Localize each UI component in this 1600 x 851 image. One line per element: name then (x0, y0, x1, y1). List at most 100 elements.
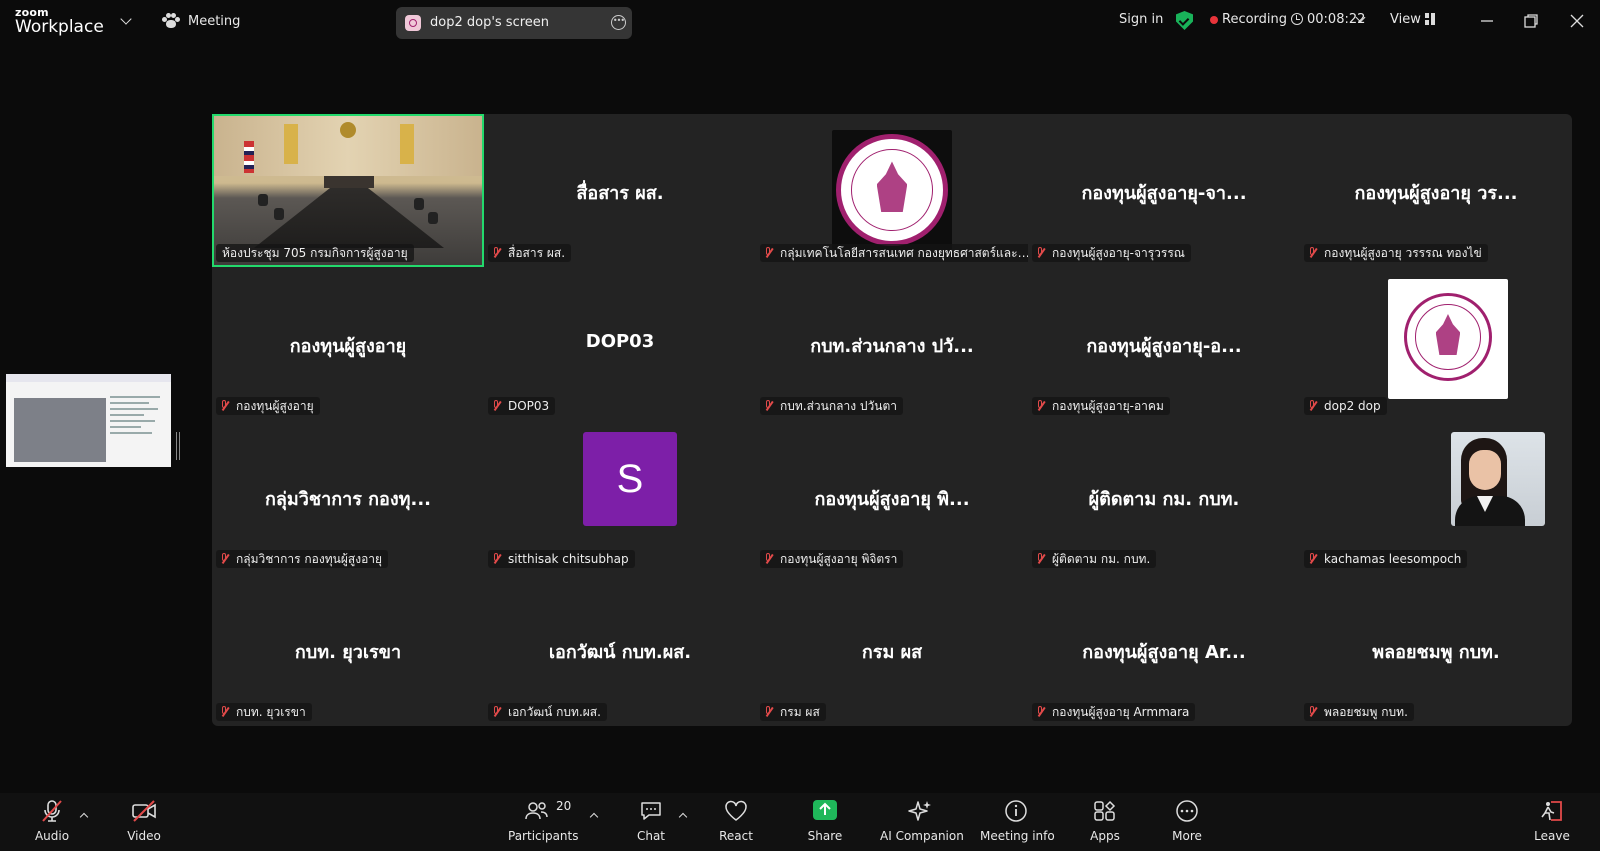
leave-button[interactable]: Leave (1530, 793, 1574, 851)
title-bar: zoom Workplace Meeting dop2 dop's screen… (0, 0, 1600, 43)
close-icon[interactable] (1568, 12, 1586, 30)
participant-display-name: กองทุนผู้สูงอายุ Ar... (1082, 642, 1246, 663)
participant-name: กบท.ส่วนกลาง ปวันตา (760, 397, 903, 415)
sign-in-link[interactable]: Sign in (1119, 12, 1163, 27)
participant-tile[interactable]: สื่อสาร ผส. สื่อสาร ผส. (484, 114, 756, 267)
muted-mic-icon (765, 553, 771, 563)
participant-tile[interactable]: เอกวัฒน์ กบท.ผส. เอกวัฒน์ กบท.ผส. (484, 573, 756, 726)
participant-tile[interactable]: ห้องประชุม 705 กรมกิจการผู้สูงอายุ (212, 114, 484, 267)
muted-mic-icon (1037, 553, 1043, 563)
view-grid-icon[interactable] (1425, 13, 1435, 25)
participant-display-name: กบท.ส่วนกลาง ปวั... (810, 336, 974, 357)
participants-button[interactable]: 20 Participants (508, 793, 579, 851)
participant-tile[interactable]: กลุ่มเทคโนโลยีสารสนเทศ กองยุทธศาสตร์และแ… (756, 114, 1028, 267)
participant-name: ผู้ติดตาม กม. กบท. (1032, 550, 1157, 568)
participant-name: กองทุนผู้สูงอายุ Armmara (1032, 703, 1196, 721)
apps-button[interactable]: Apps (1080, 793, 1130, 851)
apps-icon (1094, 800, 1116, 821)
audio-options-chevron-icon[interactable] (79, 812, 89, 822)
profile-picture (832, 130, 952, 250)
participant-display-name: กองทุนผู้สูงอายุ (289, 336, 407, 357)
minimize-icon[interactable] (1478, 12, 1496, 30)
restore-icon[interactable] (1522, 12, 1540, 30)
more-button[interactable]: More (1162, 793, 1212, 851)
participant-display-name: กบท. ยุวเรขา (294, 642, 402, 663)
participant-tile[interactable]: ผู้ติดตาม กม. กบท. ผู้ติดตาม กม. กบท. (1028, 420, 1300, 573)
participant-tile[interactable]: กรม ผส กรม ผส (756, 573, 1028, 726)
conference-room-video (214, 116, 482, 265)
participant-tile[interactable]: kachamas leesompoch (1300, 420, 1572, 573)
participant-tile[interactable]: กองทุนผู้สูงอายุ Ar... กองทุนผู้สูงอายุ … (1028, 573, 1300, 726)
ai-companion-button[interactable]: AI Companion (880, 793, 964, 851)
muted-mic-icon (1037, 706, 1043, 716)
brand-bottom: Workplace (15, 17, 104, 37)
thumbnail-document-text (110, 396, 166, 438)
participant-tile[interactable]: dop2 dop (1300, 267, 1572, 420)
participants-count: 20 (556, 799, 572, 813)
share-button[interactable]: Share (800, 793, 850, 851)
more-dots-icon (1176, 800, 1198, 822)
gallery-view: ห้องประชุม 705 กรมกิจการผู้สูงอายุ สื่อส… (212, 114, 1572, 726)
participant-tile[interactable]: DOP03 DOP03 (484, 267, 756, 420)
muted-mic-icon (1037, 247, 1043, 257)
shared-screen-thumbnail[interactable] (6, 374, 171, 467)
muted-mic-icon (765, 706, 771, 716)
react-button[interactable]: React (712, 793, 760, 851)
recording-indicator[interactable]: Recording (1222, 12, 1287, 27)
more-label: More (1172, 829, 1202, 843)
react-label: React (719, 829, 753, 843)
participant-display-name: กลุ่มวิชาการ กองทุ... (264, 489, 432, 510)
shield-check-icon[interactable] (1176, 11, 1193, 30)
heart-icon (725, 800, 747, 821)
participant-tile[interactable]: กองทุนผู้สูงอายุ-จา... กองทุนผู้สูงอายุ-… (1028, 114, 1300, 267)
participant-display-name: กองทุนผู้สูงอายุ พิ... (814, 489, 970, 510)
participant-name: เอกวัฒน์ กบท.ผส. (488, 703, 607, 721)
muted-mic-icon (1309, 247, 1315, 257)
participant-name: กองทุนผู้สูงอายุ พิจิตรา (760, 550, 904, 568)
chevron-down-icon[interactable] (120, 13, 132, 25)
chat-label: Chat (636, 829, 666, 843)
muted-mic-icon (221, 400, 227, 410)
chat-button[interactable]: Chat (628, 793, 674, 851)
more-options-icon[interactable]: ••• (611, 15, 626, 30)
view-button[interactable]: View (1390, 12, 1421, 27)
participant-display-name: กรม ผส (861, 642, 923, 663)
chat-options-chevron-icon[interactable] (678, 812, 688, 822)
participant-tile[interactable]: กลุ่มวิชาการ กองทุ... กลุ่มวิชาการ กองทุ… (212, 420, 484, 573)
participant-name: kachamas leesompoch (1304, 550, 1468, 568)
zoom-workplace-logo[interactable]: zoom Workplace (15, 7, 104, 36)
participant-display-name: กองทุนผู้สูงอายุ วร... (1354, 183, 1518, 204)
share-screen-icon (813, 800, 837, 820)
meeting-info-button[interactable]: Meeting info (980, 793, 1055, 851)
muted-mic-icon (493, 706, 499, 716)
participant-tile[interactable]: พลอยชมพู กบท. พลอยชมพู กบท. (1300, 573, 1572, 726)
info-icon (1005, 800, 1027, 822)
screen-share-label: dop2 dop's screen (430, 15, 550, 30)
participant-display-name: สื่อสาร ผส. (576, 183, 664, 204)
participant-tile[interactable]: กองทุนผู้สูงอายุ กองทุนผู้สูงอายุ (212, 267, 484, 420)
meeting-button[interactable]: Meeting (162, 13, 240, 29)
participant-tile[interactable]: กบท. ยุวเรขา กบท. ยุวเรขา (212, 573, 484, 726)
audio-button[interactable]: Audio (28, 793, 76, 851)
participant-display-name: เอกวัฒน์ กบท.ผส. (548, 642, 692, 663)
muted-mic-icon (221, 706, 227, 716)
profile-picture (1388, 279, 1508, 399)
muted-mic-icon (1309, 400, 1315, 410)
participant-name: กบท. ยุวเรขา (216, 703, 312, 721)
screen-share-pill[interactable]: dop2 dop's screen ••• (396, 7, 632, 39)
participant-tile[interactable]: กองทุนผู้สูงอายุ พิ... กองทุนผู้สูงอายุ … (756, 420, 1028, 573)
video-button[interactable]: Video (120, 793, 168, 851)
participant-tile[interactable]: กองทุนผู้สูงอายุ วร... กองทุนผู้สูงอายุ … (1300, 114, 1572, 267)
chat-bubble-icon (641, 802, 661, 820)
participant-tile[interactable]: S sitthisak chitsubhap (484, 420, 756, 573)
resize-handle[interactable] (176, 432, 180, 460)
participant-tile[interactable]: กบท.ส่วนกลาง ปวั... กบท.ส่วนกลาง ปวันตา (756, 267, 1028, 420)
apps-label: Apps (1090, 829, 1120, 843)
participants-options-chevron-icon[interactable] (589, 812, 599, 822)
meeting-label: Meeting (188, 13, 241, 29)
video-label: Video (127, 829, 161, 843)
muted-mic-icon (1309, 706, 1315, 716)
muted-mic-icon (221, 553, 227, 563)
participant-tile[interactable]: กองทุนผู้สูงอายุ-อ... กองทุนผู้สูงอายุ-อ… (1028, 267, 1300, 420)
participants-icon (525, 802, 548, 820)
